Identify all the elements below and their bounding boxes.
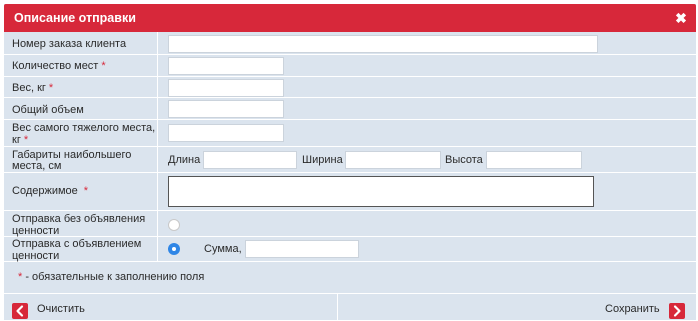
heaviest-weight-input[interactable] — [168, 124, 284, 142]
dimensions-label-line2: места, см — [12, 160, 62, 172]
label-cell: Габариты наибольшего места, см — [4, 147, 158, 172]
row-places-count: Количество мест * — [4, 55, 696, 77]
row-with-declared-value: Отправка с объявлением ценности Сумма, — [4, 237, 696, 262]
width-input[interactable] — [345, 151, 441, 169]
order-number-input[interactable] — [168, 35, 598, 53]
sum-label: Сумма, — [204, 243, 242, 255]
row-dimensions: Габариты наибольшего места, см Длина Шир… — [4, 147, 696, 173]
length-input[interactable] — [203, 151, 297, 169]
weight-label: Вес, кг * — [12, 82, 54, 94]
row-weight: Вес, кг * — [4, 77, 696, 98]
dialog-titlebar: Описание отправки ✖ — [4, 4, 696, 32]
sum-input[interactable] — [245, 240, 359, 258]
no-value-radio[interactable] — [168, 219, 180, 231]
save-button[interactable]: Сохранить — [605, 303, 660, 315]
with-value-label-line2: ценности — [12, 250, 60, 262]
dialog-title: Описание отправки — [14, 11, 136, 25]
total-volume-label: Общий объем — [12, 104, 84, 116]
close-icon[interactable]: ✖ — [674, 11, 688, 25]
width-label: Ширина — [302, 154, 343, 166]
label-cell: Количество мест * — [4, 55, 158, 76]
places-count-label: Количество мест * — [12, 60, 106, 72]
weight-input[interactable] — [168, 79, 284, 97]
label-cell: Отправка с объявлением ценности — [4, 237, 158, 262]
label-cell: Общий объем — [4, 98, 158, 119]
height-label: Высота — [445, 154, 483, 166]
required-fields-note: * - обязательные к заполнению поля — [18, 271, 205, 283]
row-order-number: Номер заказа клиента — [4, 32, 696, 55]
arrow-right-icon[interactable] — [669, 303, 685, 319]
no-value-label-line2: ценности — [12, 225, 60, 237]
with-value-radio[interactable] — [168, 243, 180, 255]
no-value-label-line1: Отправка без объявления — [12, 213, 146, 225]
label-cell: Содержимое * — [4, 173, 158, 210]
height-input[interactable] — [486, 151, 582, 169]
label-cell: Вес, кг * — [4, 77, 158, 97]
contents-textarea[interactable] — [168, 176, 594, 207]
arrow-left-icon[interactable] — [12, 303, 28, 319]
places-count-input[interactable] — [168, 57, 284, 75]
row-heaviest-weight: Вес самого тяжелого места, кг * — [4, 120, 696, 147]
label-cell: Отправка без объявления ценности — [4, 211, 158, 237]
length-label: Длина — [168, 154, 201, 166]
heaviest-weight-label-line2: кг * — [12, 134, 29, 146]
label-cell: Номер заказа клиента — [4, 32, 158, 54]
total-volume-input[interactable] — [168, 100, 284, 118]
shipment-description-dialog: Описание отправки ✖ Номер заказа клиента… — [4, 4, 696, 321]
heaviest-weight-label-line1: Вес самого тяжелого места, — [12, 122, 156, 134]
footer-divider — [337, 294, 338, 321]
label-cell: Вес самого тяжелого места, кг * — [4, 120, 158, 146]
order-number-label: Номер заказа клиента — [12, 38, 127, 50]
with-value-label-line1: Отправка с объявлением — [12, 238, 142, 250]
row-no-declared-value: Отправка без объявления ценности — [4, 211, 696, 237]
row-contents: Содержимое * — [4, 173, 696, 211]
row-total-volume: Общий объем — [4, 98, 696, 120]
contents-label: Содержимое * — [12, 185, 89, 197]
dialog-footer: Очистить Сохранить — [4, 293, 696, 321]
clear-button[interactable]: Очистить — [37, 303, 85, 315]
